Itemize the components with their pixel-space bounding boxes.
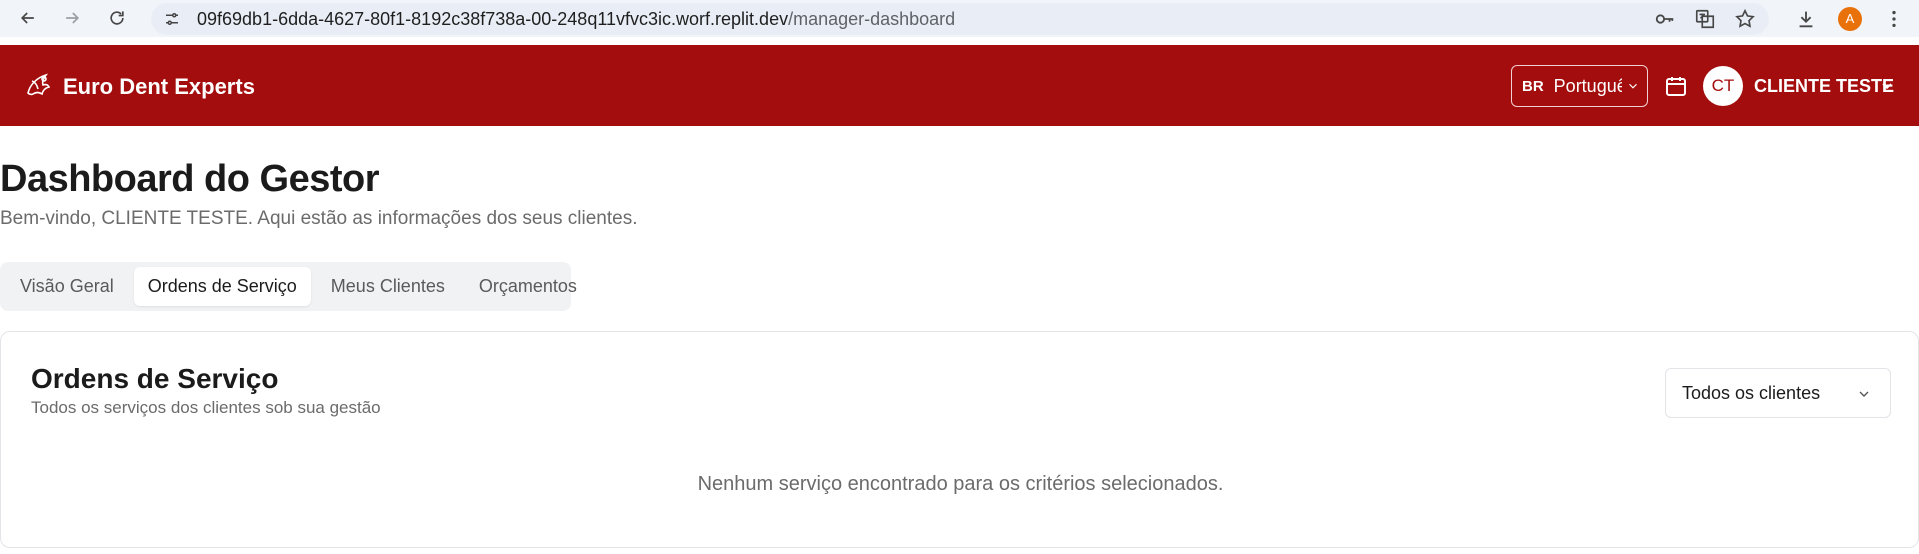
tab-ordens-de-servico[interactable]: Ordens de Serviço [133, 267, 311, 306]
brand-name[interactable]: Euro Dent Experts [63, 74, 255, 100]
translate-icon[interactable] [1693, 7, 1717, 31]
dashboard-tabs: Visão Geral Ordens de Serviço Meus Clien… [0, 262, 577, 311]
tab-meus-clientes[interactable]: Meus Clientes [317, 267, 459, 306]
forward-arrow-icon[interactable] [56, 2, 88, 34]
omnibox-actions [1653, 7, 1757, 31]
chevron-down-icon[interactable] [1879, 78, 1895, 94]
user-menu-name[interactable]: CLIENTE TESTE [1754, 76, 1894, 97]
profile-button[interactable]: A [1833, 2, 1867, 36]
empty-state-message: Nenhum serviço encontrado para os critér… [697, 473, 1224, 495]
card-title: Ordens de Serviço [31, 363, 279, 394]
language-code: BR [1522, 77, 1544, 95]
client-filter-select[interactable]: Todos os clientes [1665, 368, 1891, 418]
language-select[interactable]: BR Português [1511, 65, 1648, 107]
key-icon[interactable] [1653, 7, 1677, 31]
browser-actions: A [1789, 0, 1919, 37]
page-subtitle: Bem-vindo, CLIENTE TESTE. Aqui estão as … [0, 208, 638, 229]
reload-icon[interactable] [101, 2, 133, 34]
address-bar[interactable]: 09f69db1-6dda-4627-80f1-8192c38f738a-00-… [151, 3, 1769, 35]
app-header: Euro Dent Experts BR Português CT CLIENT… [0, 45, 1919, 126]
tab-visao-geral[interactable]: Visão Geral [6, 267, 128, 306]
browser-toolbar: 09f69db1-6dda-4627-80f1-8192c38f738a-00-… [0, 0, 1919, 37]
url-text[interactable]: 09f69db1-6dda-4627-80f1-8192c38f738a-00-… [197, 9, 955, 30]
language-label: Português [1553, 75, 1622, 96]
star-icon[interactable] [1733, 7, 1757, 31]
client-filter-value: Todos os clientes [1682, 382, 1821, 403]
user-avatar[interactable]: CT [1703, 66, 1743, 106]
chevron-down-icon [1859, 391, 1869, 397]
url-path: /manager-dashboard [788, 8, 956, 29]
tab-orcamentos[interactable]: Orçamentos [465, 267, 591, 306]
chevron-down-icon [1628, 83, 1637, 89]
profile-avatar: A [1838, 6, 1862, 31]
page-title: Dashboard do Gestor [0, 158, 380, 200]
calendar-icon[interactable] [1664, 74, 1688, 98]
brand-logo-icon[interactable] [22, 69, 56, 103]
download-icon[interactable] [1789, 2, 1823, 36]
card-subtitle: Todos os serviços dos clientes sob sua g… [31, 398, 381, 417]
url-host: 09f69db1-6dda-4627-80f1-8192c38f738a-00-… [197, 8, 789, 29]
site-info-icon[interactable] [163, 10, 181, 28]
service-orders-card: Ordens de Serviço Todos os serviços dos … [0, 331, 1919, 548]
kebab-menu-icon[interactable] [1877, 2, 1911, 36]
back-arrow-icon[interactable] [12, 2, 44, 34]
